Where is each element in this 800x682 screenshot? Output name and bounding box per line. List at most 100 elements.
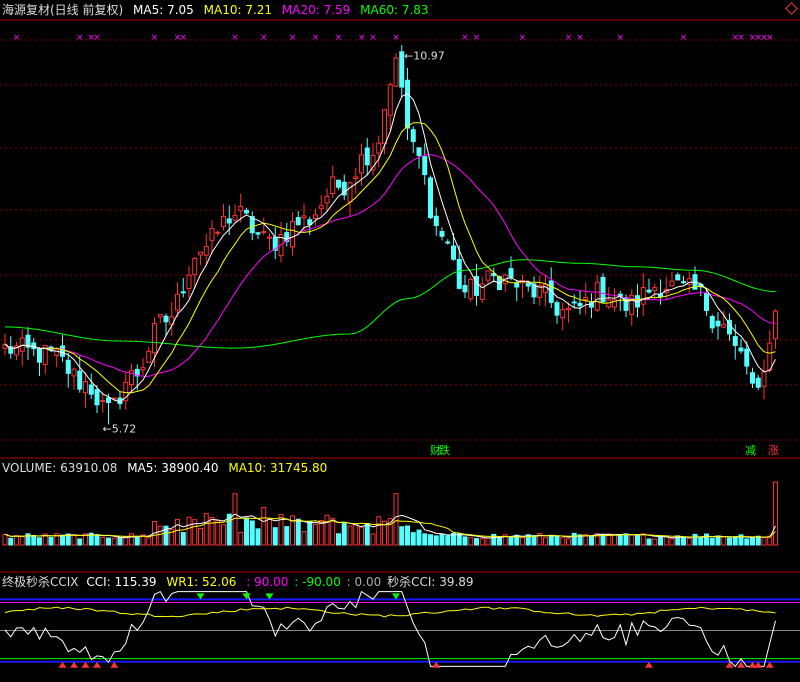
x-marker: × (519, 33, 527, 43)
volume-bar (773, 481, 778, 546)
candle-body (675, 274, 681, 281)
candle-body (709, 316, 715, 329)
x-marker: × (231, 33, 239, 43)
volume-bar (37, 537, 42, 546)
volume-bar (353, 523, 359, 546)
volume-bar (589, 536, 594, 546)
volume-bar (479, 538, 485, 546)
candle-body (428, 177, 433, 219)
candle-body (209, 228, 215, 241)
ma20-line (4, 154, 776, 377)
volume-bar (180, 532, 186, 546)
volume-bar (100, 536, 106, 546)
x-marker: × (93, 33, 101, 43)
volume-bar (19, 536, 25, 546)
volume-bar (623, 533, 629, 546)
volume-bar (2, 533, 8, 546)
volume-bar (433, 535, 439, 546)
ma5-line (4, 92, 776, 403)
volume-bar (94, 534, 100, 546)
mark-jian: 减 (745, 444, 756, 457)
candle-body (83, 380, 88, 394)
candle-body (422, 156, 428, 176)
candle-body (77, 370, 83, 390)
volume-bar (238, 531, 244, 546)
volume-bar (134, 536, 140, 546)
x-marker: × (576, 33, 584, 43)
volume-bar (318, 520, 324, 546)
candle-body (94, 389, 100, 406)
volume-bar (456, 533, 462, 546)
x-marker: × (312, 33, 320, 43)
volume-bar (744, 538, 750, 546)
volume-bar (14, 535, 19, 546)
candle-body (554, 302, 560, 316)
volume-bar (571, 532, 577, 546)
chart-canvas[interactable]: × × ×× × ×× × × × × × × × × × × × × × × × ×× ××××←10.97←5.72财… (0, 0, 800, 682)
volume-bar (416, 529, 422, 546)
x-marker: × (737, 33, 745, 43)
volume-bar (629, 534, 635, 546)
candle-body (583, 296, 589, 301)
candle-body (347, 182, 353, 203)
volume-bar (709, 537, 715, 546)
volume-bar (428, 534, 433, 546)
volume-bar (474, 538, 479, 546)
candle-body (715, 320, 721, 327)
low-label: ←5.72 (103, 422, 137, 435)
volume-bar (347, 525, 353, 546)
candle-body (290, 220, 295, 248)
volume-bar (566, 538, 571, 546)
x-marker: × (289, 33, 297, 43)
candle-body (773, 310, 778, 340)
candle-body (295, 217, 301, 226)
candle-body (238, 205, 244, 212)
high-label: ←10.97 (404, 49, 445, 62)
candle-body (221, 215, 226, 227)
candle-body (704, 292, 709, 311)
volume-bar (157, 525, 163, 546)
x-marker: × (369, 33, 377, 43)
candle-body (439, 231, 445, 237)
candle-body (255, 232, 261, 235)
candle-body (387, 84, 393, 116)
volume-bar (117, 537, 123, 546)
x-marker: × (461, 33, 469, 43)
candle-body (244, 209, 249, 214)
volume-bar (209, 516, 215, 546)
candle-body (767, 342, 773, 371)
volume-bar (249, 520, 255, 546)
volume-bar (60, 534, 65, 546)
candle-body (543, 284, 548, 293)
volume-bar (658, 535, 663, 546)
candle-body (359, 154, 364, 174)
ma60-line (4, 259, 776, 349)
candle-body (226, 218, 232, 224)
x-marker: × (179, 33, 187, 43)
volume-bar (692, 533, 698, 546)
wr1-line (4, 606, 776, 618)
volume-bar (31, 534, 37, 546)
candle-body (54, 348, 60, 356)
volume-bar (732, 536, 738, 546)
candle-body (353, 176, 359, 180)
volume-bar (106, 537, 111, 546)
candle-body (163, 315, 169, 323)
candle-body (88, 384, 94, 395)
x-marker: × (151, 33, 159, 43)
volume-bar (612, 534, 617, 546)
volume-bar (508, 536, 514, 546)
candle-body (100, 399, 106, 403)
volume-bar (399, 526, 405, 546)
volume-bar (364, 523, 370, 546)
volume-bar (146, 537, 152, 546)
candle-body (180, 291, 186, 294)
volume-bar (370, 533, 376, 546)
volume-bar (439, 534, 445, 546)
volume-bar (313, 523, 318, 546)
volume-bar (336, 533, 341, 546)
candle-body (750, 372, 755, 384)
volume-bar (175, 518, 180, 546)
candle-body (560, 309, 566, 319)
candle-body (525, 282, 531, 287)
